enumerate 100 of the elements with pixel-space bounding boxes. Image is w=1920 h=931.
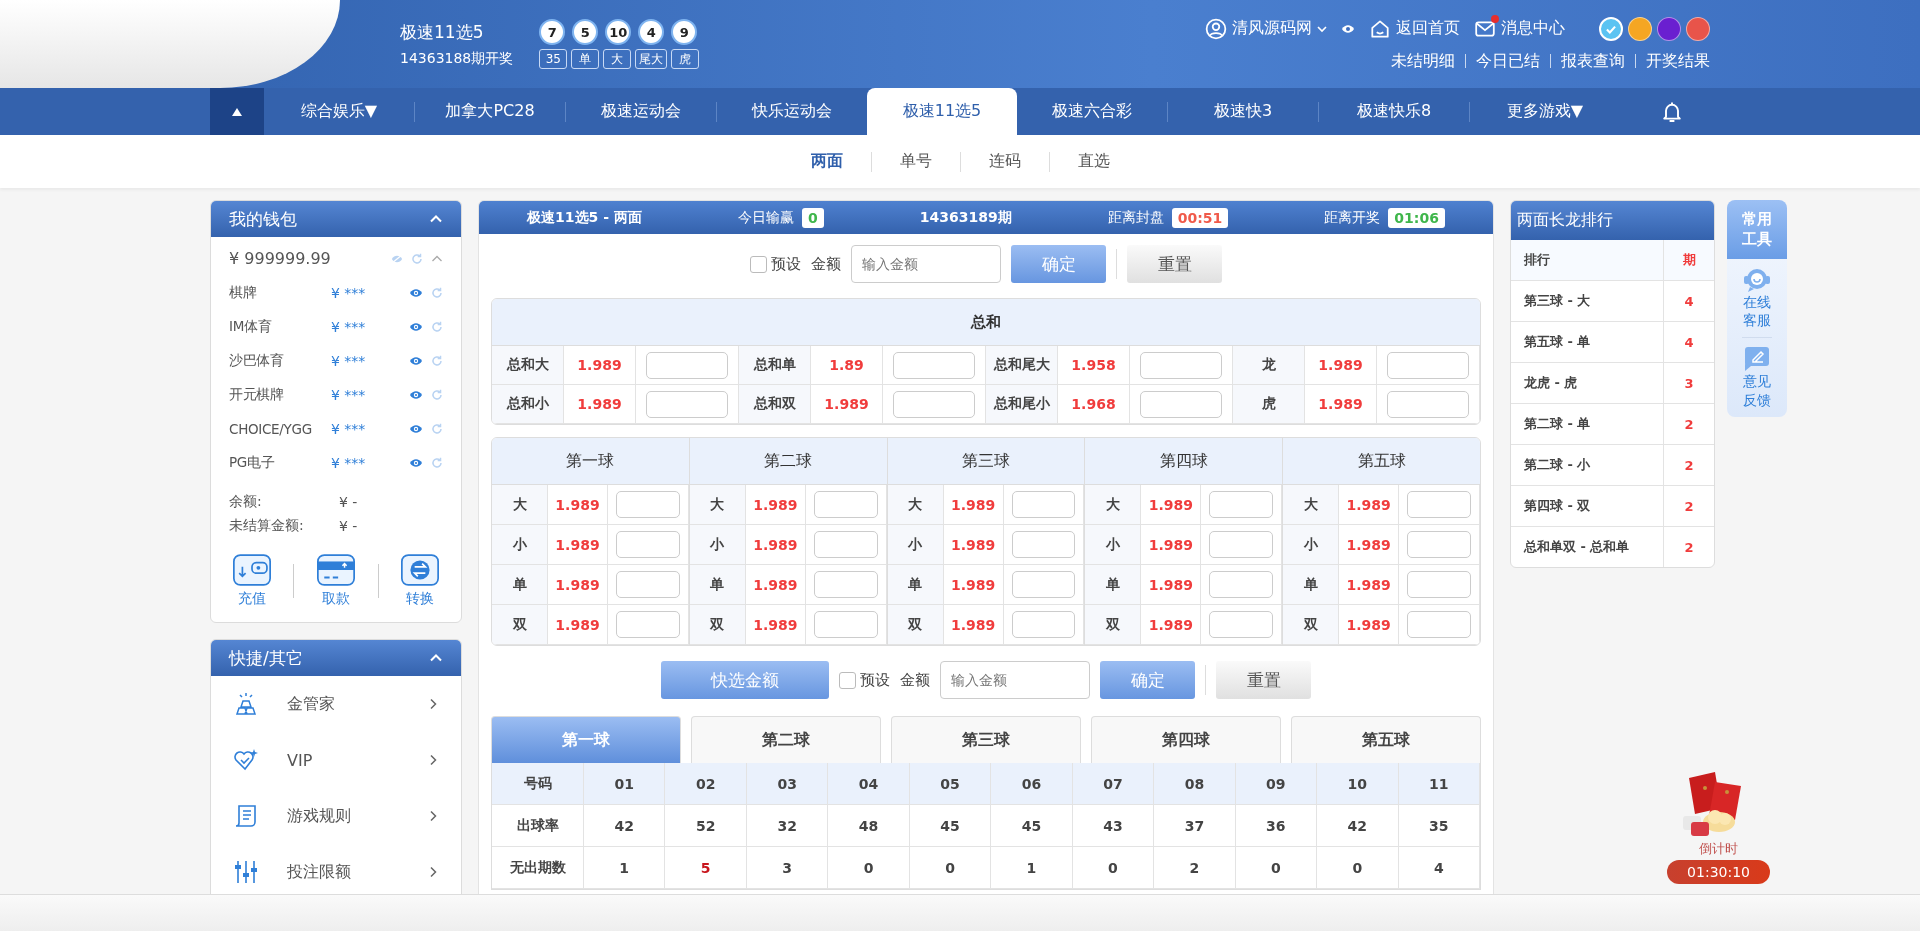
shortcut-item[interactable]: VIP — [211, 732, 461, 788]
bet-amount-field[interactable] — [813, 531, 878, 558]
bet-amount-field[interactable] — [616, 531, 680, 558]
countdown-label: 倒计时 — [1699, 840, 1739, 858]
refresh-icon[interactable] — [431, 423, 443, 435]
bet-amount-field[interactable] — [646, 351, 728, 379]
theme-color-swatch[interactable] — [1686, 16, 1710, 41]
rate-cell: 45 — [909, 805, 992, 847]
reset-button[interactable]: 重置 — [1127, 245, 1222, 283]
bet-amount-field[interactable] — [616, 611, 680, 638]
rate-cell: 37 — [1154, 805, 1236, 847]
bet-amount-field[interactable] — [813, 611, 878, 638]
eye-slash-icon[interactable] — [391, 252, 403, 265]
nav-tab[interactable]: 极速快3 — [1168, 88, 1318, 135]
bet-amount-field[interactable] — [1209, 531, 1274, 558]
amount-field[interactable]: 输入金额 — [851, 245, 1001, 283]
header-link[interactable]: 今日已结 — [1476, 50, 1540, 72]
eye-icon[interactable] — [409, 354, 423, 368]
bet-amount-field[interactable] — [1140, 390, 1222, 418]
eye-icon[interactable] — [409, 456, 423, 470]
ball-tab[interactable]: 第三球 — [891, 716, 1081, 763]
eye-icon[interactable] — [409, 388, 423, 402]
theme-color-swatch[interactable] — [1628, 16, 1652, 41]
bet-amount-field[interactable] — [1407, 611, 1471, 638]
missing-cell: 1 — [584, 847, 666, 889]
amount-label: 金额 — [900, 670, 930, 690]
bet-amount-field[interactable] — [1140, 351, 1222, 379]
nav-tab[interactable]: 更多游戏▼ — [1470, 88, 1620, 135]
nav-tab[interactable]: 极速11选5 — [867, 88, 1017, 135]
messages-link[interactable]: 消息中心 — [1474, 17, 1565, 40]
bet-odds: 1.989 — [1141, 605, 1202, 645]
bet-amount-field[interactable] — [1209, 491, 1274, 518]
issue-number: 14363189期 — [919, 208, 1012, 227]
bet-amount-field[interactable] — [1209, 571, 1274, 598]
bet-amount-field[interactable] — [893, 351, 975, 379]
preset-checkbox[interactable]: 预设 — [750, 254, 801, 274]
bell-icon[interactable] — [1660, 99, 1684, 124]
nav-tab[interactable]: 极速六合彩 — [1017, 88, 1167, 135]
play-type-tab[interactable]: 连码 — [960, 151, 1049, 172]
nav-tab[interactable]: 综合娱乐▼ — [264, 88, 414, 135]
bet-amount-field[interactable] — [616, 491, 680, 518]
bet-odds: 1.989 — [745, 485, 806, 525]
customer-service-button[interactable]: 在线客服 — [1742, 259, 1772, 338]
bet-amount-field[interactable] — [1011, 571, 1076, 598]
bet-odds: 1.989 — [548, 565, 608, 605]
play-type-tab[interactable]: 两面 — [782, 151, 871, 172]
bet-amount-field[interactable] — [1387, 390, 1469, 418]
eye-icon[interactable] — [409, 286, 423, 300]
header-link[interactable]: 开奖结果 — [1646, 50, 1710, 72]
header-link[interactable]: 未结明细 — [1391, 50, 1455, 72]
preset-checkbox[interactable]: 预设 — [839, 670, 890, 690]
ball-tab[interactable]: 第五球 — [1291, 716, 1481, 763]
collapse-button[interactable] — [210, 88, 264, 135]
shortcut-item[interactable]: 金管家 — [211, 676, 461, 732]
nav-tab[interactable]: 极速快乐8 — [1319, 88, 1469, 135]
refresh-icon[interactable] — [431, 321, 443, 333]
nav-tab[interactable]: 快乐运动会 — [717, 88, 867, 135]
refresh-icon[interactable] — [431, 287, 443, 299]
bet-amount-field[interactable] — [1011, 611, 1076, 638]
bet-amount-field[interactable] — [1407, 491, 1471, 518]
heart-check-icon — [233, 748, 259, 772]
eye-icon[interactable] — [409, 320, 423, 334]
theme-color-swatch[interactable] — [1657, 16, 1681, 41]
theme-color-swatch[interactable] — [1599, 16, 1623, 41]
bet-odds: 1.989 — [1141, 485, 1202, 525]
bet-amount-field[interactable] — [813, 571, 878, 598]
nav-tab[interactable]: 极速运动会 — [566, 88, 716, 135]
reset-button[interactable]: 重置 — [1216, 661, 1311, 699]
bet-amount-field[interactable] — [1407, 531, 1471, 558]
refresh-icon[interactable] — [431, 355, 443, 367]
ball-tab[interactable]: 第二球 — [691, 716, 881, 763]
bet-odds: 1.989 — [564, 385, 636, 424]
bet-amount-field[interactable] — [646, 390, 728, 418]
panel-title: 快捷/其它 — [229, 646, 303, 670]
shortcut-item[interactable]: 游戏规则 — [211, 788, 461, 844]
bet-amount-field[interactable] — [616, 571, 680, 598]
nav-tab[interactable]: 加拿大PC28 — [415, 88, 565, 135]
tools-title: 常用工具 — [1727, 200, 1787, 259]
bet-odds: 1.958 — [1058, 346, 1130, 385]
user-menu[interactable]: 清风源码网 — [1205, 17, 1327, 40]
bet-amount-field[interactable] — [893, 390, 975, 418]
bet-amount-field[interactable] — [1011, 531, 1076, 558]
ball-tab[interactable]: 第四球 — [1091, 716, 1281, 763]
eye-icon[interactable] — [409, 422, 423, 436]
play-type-tab[interactable]: 单号 — [871, 151, 960, 172]
bet-amount-field[interactable] — [1407, 571, 1471, 598]
bet-amount-field[interactable] — [1209, 611, 1274, 638]
bet-amount-field[interactable] — [1387, 351, 1469, 379]
bet-amount-field[interactable] — [1011, 491, 1076, 518]
refresh-icon[interactable] — [431, 389, 443, 401]
bet-amount-field[interactable] — [813, 491, 878, 518]
play-type-tab[interactable]: 直选 — [1049, 151, 1138, 172]
feedback-button[interactable]: 意见反馈 — [1742, 337, 1772, 417]
shortcut-item[interactable]: 投注限额 — [211, 844, 461, 894]
header-link[interactable]: 报表查询 — [1561, 50, 1625, 72]
home-link[interactable]: 返回首页 — [1369, 17, 1460, 40]
refresh-icon[interactable] — [431, 457, 443, 469]
refresh-icon[interactable] — [411, 252, 423, 265]
amount-field[interactable]: 输入金额 — [940, 661, 1090, 699]
ingots-icon — [233, 692, 259, 716]
